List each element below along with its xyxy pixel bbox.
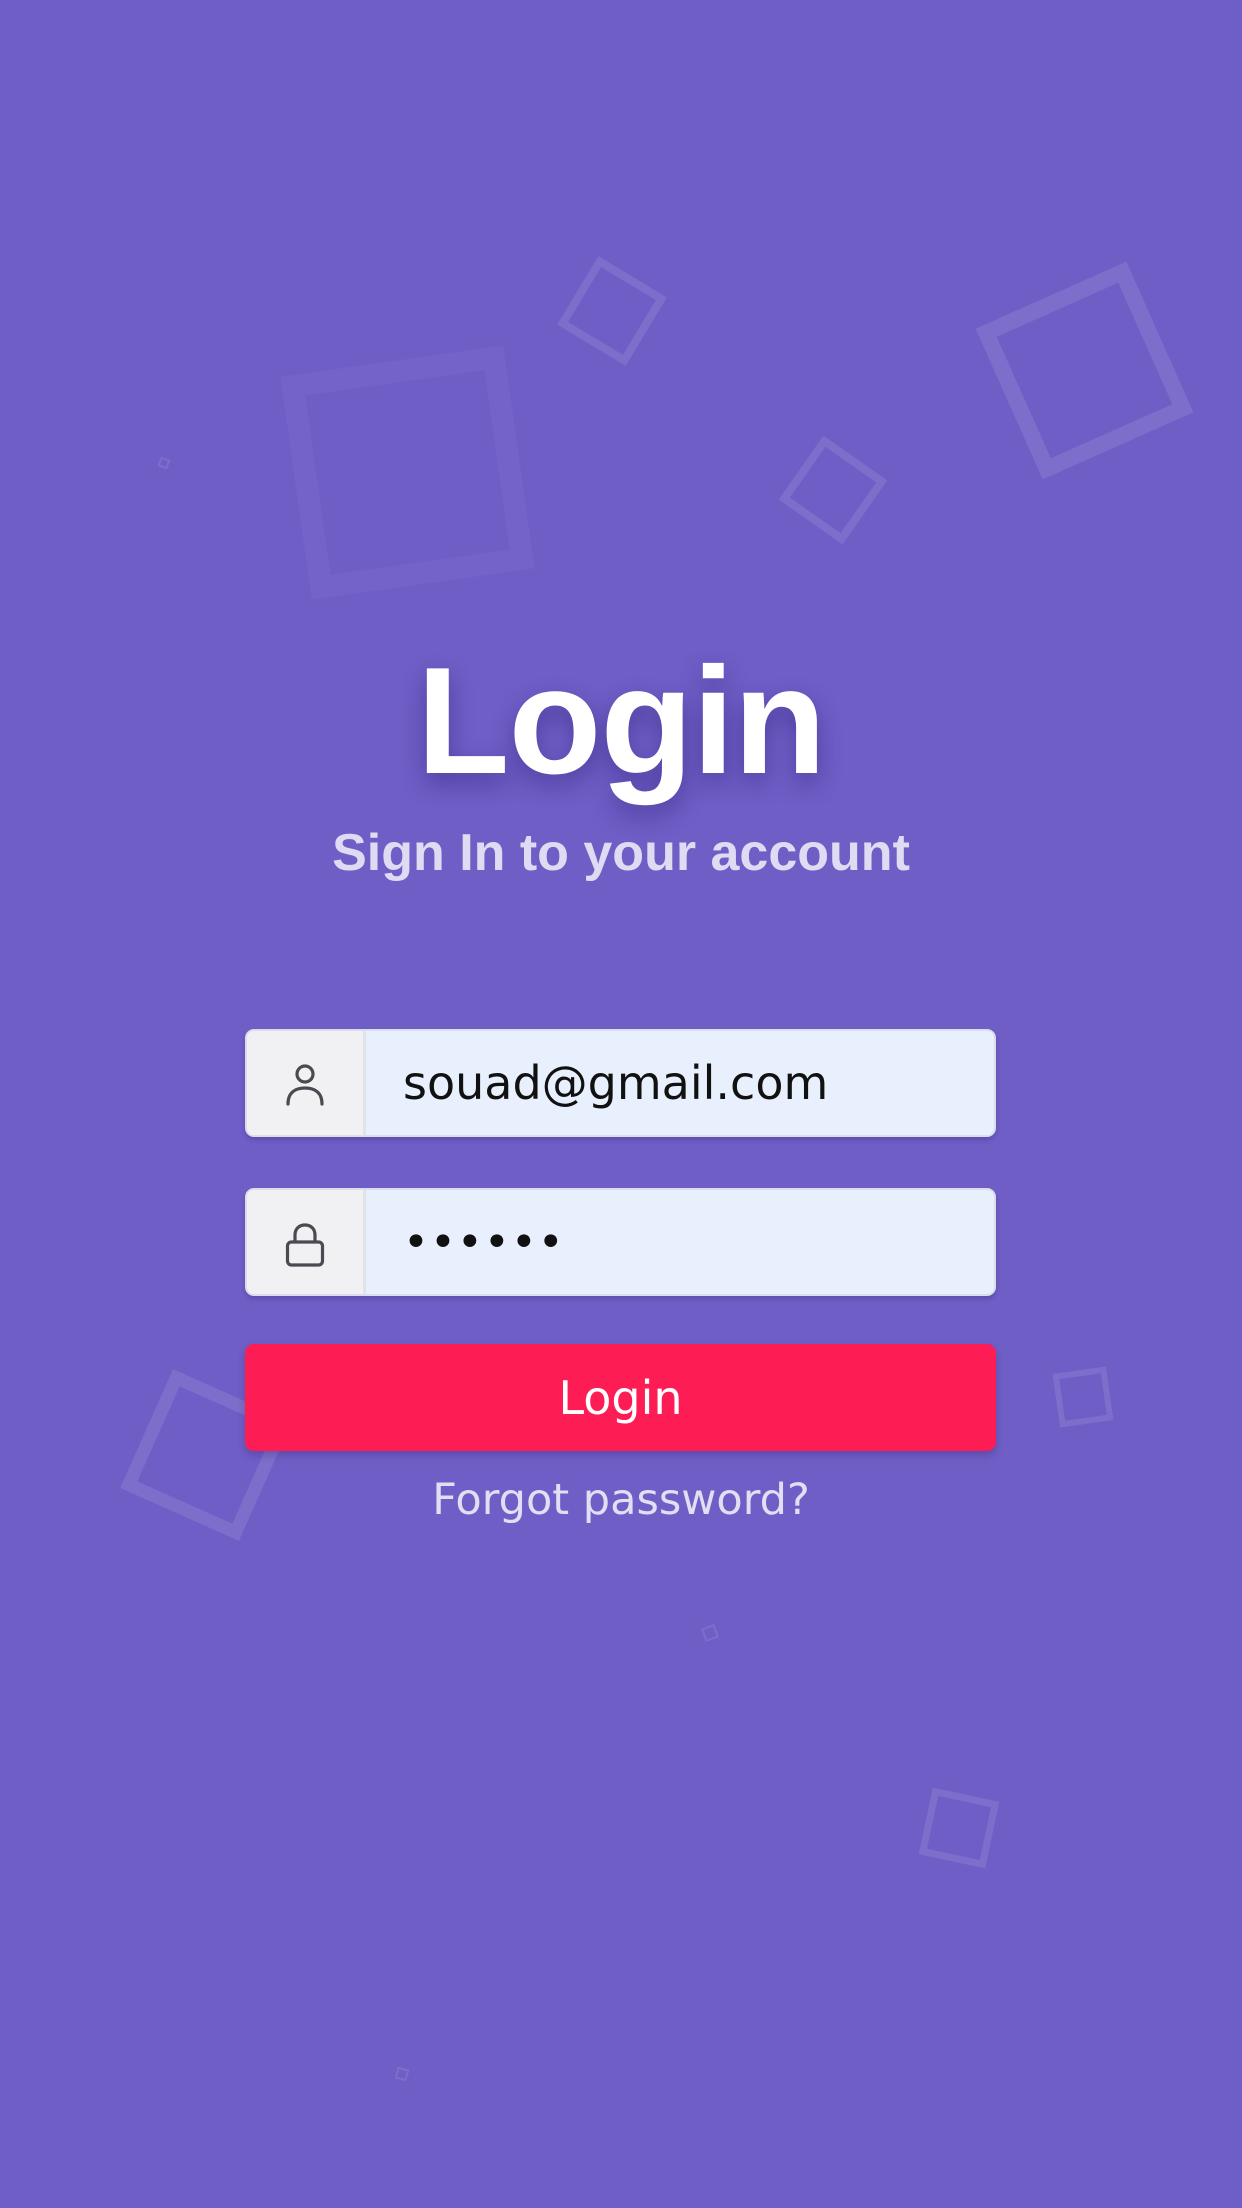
- decor-square: [918, 1787, 1000, 1869]
- user-icon: [286, 1064, 324, 1106]
- decor-square: [778, 435, 888, 545]
- lock-icon: [285, 1223, 325, 1267]
- page-title: Login: [416, 636, 827, 806]
- decor-square: [557, 256, 667, 366]
- forgot-password-link[interactable]: Forgot password?: [0, 1475, 1242, 1525]
- decor-square: [157, 456, 171, 470]
- decor-square: [975, 261, 1194, 480]
- email-field[interactable]: souad@gmail.com: [245, 1029, 996, 1137]
- decor-square: [394, 2066, 410, 2082]
- password-field[interactable]: ••••••: [245, 1188, 996, 1296]
- decor-square: [1052, 1366, 1114, 1428]
- password-input[interactable]: ••••••: [403, 1190, 565, 1294]
- page-subtitle: Sign In to your account: [332, 824, 910, 882]
- login-button[interactable]: Login: [245, 1344, 996, 1451]
- decor-square: [701, 1624, 719, 1642]
- password-icon-box: [247, 1190, 366, 1294]
- decor-square: [280, 345, 534, 599]
- email-icon-box: [247, 1031, 366, 1135]
- email-input[interactable]: souad@gmail.com: [403, 1031, 828, 1135]
- login-screen: Login Sign In to your account souad@gmai…: [0, 0, 1242, 2208]
